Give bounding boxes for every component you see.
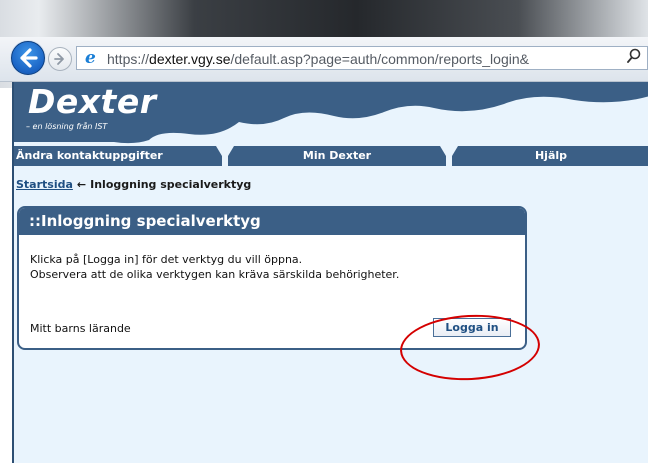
login-panel: ::Inloggning specialverktyg Klicka på [L… [17, 206, 527, 350]
tab-andra-kontaktuppgifter[interactable]: Ändra kontaktuppgifter [14, 146, 222, 166]
tab-hjalp[interactable]: Hjälp [452, 146, 648, 166]
tool-name: Mitt barns lärande [30, 322, 131, 335]
ie-icon: e [85, 48, 96, 68]
tab-label: Min Dexter [302, 149, 372, 162]
panel-instructions: Klicka på [Logga in] för det verktyg du … [30, 252, 399, 282]
breadcrumb-current: Inloggning specialverktyg [90, 178, 252, 191]
forward-button[interactable] [48, 47, 72, 71]
breadcrumb-separator: ← [76, 178, 87, 191]
back-button[interactable] [11, 41, 45, 75]
panel-title: ::Inloggning specialverktyg [19, 208, 525, 235]
main-nav: Ändra kontaktuppgifter Min Dexter Hjälp [14, 146, 648, 166]
url-text: https://dexter.vgy.se/default.asp?page=a… [107, 51, 529, 67]
search-icon[interactable] [627, 48, 641, 68]
tab-label: Ändra kontaktuppgifter [16, 149, 163, 162]
web-page: Dexter – en lösning från IST Ändra konta… [12, 82, 648, 463]
breadcrumb: Startsida ← Inloggning specialverktyg [16, 178, 251, 191]
instruction-line-2: Observera att de olika verktygen kan krä… [30, 268, 400, 281]
back-arrow-icon [20, 48, 38, 68]
forward-arrow-icon [54, 53, 64, 65]
site-header: Dexter – en lösning från IST [14, 82, 648, 144]
breadcrumb-home-link[interactable]: Startsida [16, 178, 73, 191]
instruction-line-1: Klicka på [Logga in] för det verktyg du … [30, 253, 303, 266]
address-bar[interactable]: e https://dexter.vgy.se/default.asp?page… [76, 46, 648, 70]
tab-label: Hjälp [534, 149, 568, 162]
dexter-logo[interactable]: Dexter [28, 82, 157, 121]
login-button[interactable]: Logga in [433, 318, 511, 337]
logo-tagline: – en lösning från IST [26, 122, 108, 131]
tab-min-dexter[interactable]: Min Dexter [228, 146, 446, 166]
